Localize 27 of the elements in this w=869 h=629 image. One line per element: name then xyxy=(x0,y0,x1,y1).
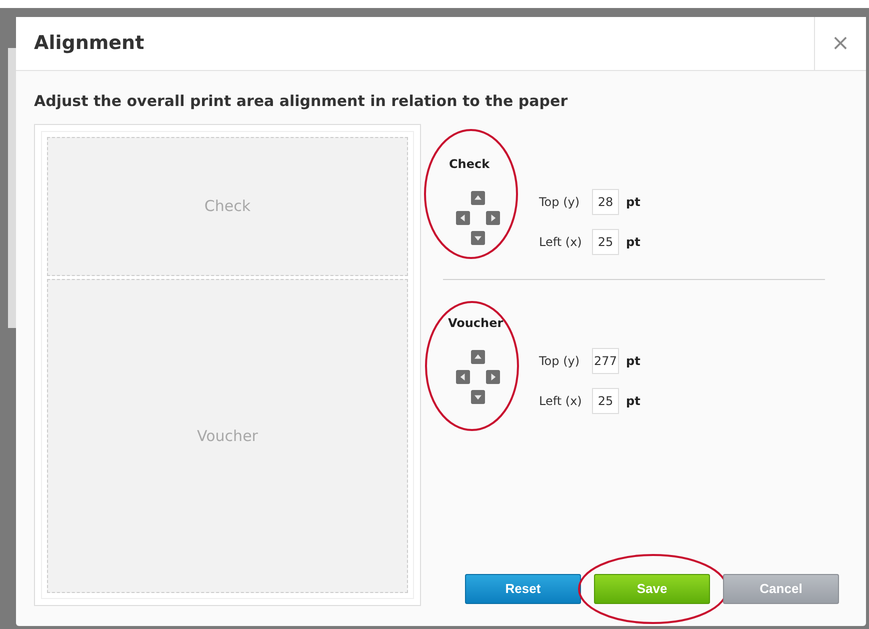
instruction-text: Adjust the overall print area alignment in relation to the paper xyxy=(33,91,569,112)
field-label: Top (y) xyxy=(539,194,581,210)
unit-label: pt xyxy=(626,194,640,210)
arrow-up-button[interactable] xyxy=(471,350,485,364)
arrow-down-button[interactable] xyxy=(471,390,485,404)
field-label: Left (x) xyxy=(539,392,583,410)
unit-label: pt xyxy=(626,392,640,410)
value-input[interactable]: 28 xyxy=(592,188,619,214)
value-input[interactable]: 25 xyxy=(592,388,619,414)
value-input[interactable]: 25 xyxy=(592,228,619,254)
close-button[interactable]: × xyxy=(814,17,866,70)
print-area: Check xyxy=(47,137,408,276)
unit-label: pt xyxy=(626,352,640,370)
dialog-title: Alignment xyxy=(33,31,146,56)
section-title: Check xyxy=(448,156,491,173)
arrow-down-button[interactable] xyxy=(471,231,485,245)
arrow-right-button[interactable] xyxy=(486,211,500,225)
section-title: Voucher xyxy=(447,315,504,332)
arrow-left-button[interactable] xyxy=(456,211,470,225)
unit-label: pt xyxy=(626,234,640,250)
arrow-up-button[interactable] xyxy=(471,191,485,205)
field-label: Left (x) xyxy=(539,234,583,250)
value-input[interactable]: 277 xyxy=(592,348,619,374)
print-area: Voucher xyxy=(47,279,408,593)
arrow-left-button[interactable] xyxy=(456,370,470,384)
arrow-right-button[interactable] xyxy=(486,370,500,384)
field-label: Top (y) xyxy=(539,352,581,370)
